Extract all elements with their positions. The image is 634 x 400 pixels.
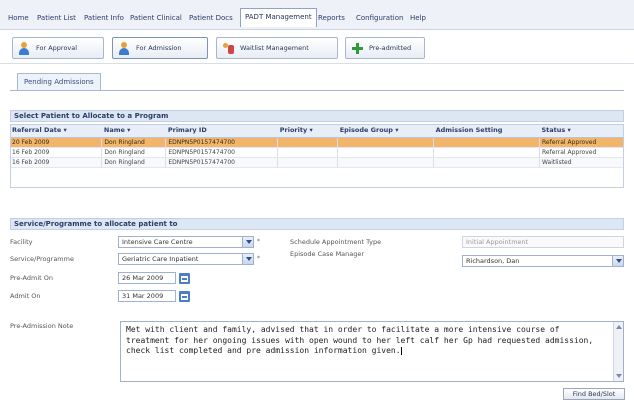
cell-primary-id: EDNPN5P0157474700 [165, 157, 279, 168]
tab-row: Pending Admissions [0, 64, 634, 100]
waitlist-management-button[interactable]: Waitlist Management [216, 37, 338, 59]
tab-divider [10, 90, 624, 91]
cell-referral-date: 16 Feb 2009 [10, 147, 103, 158]
cell-admission-setting [433, 137, 540, 148]
cell-status: Waitlisted [539, 157, 624, 168]
notes-scrollbar[interactable] [613, 322, 623, 381]
menu-patient-list[interactable]: Patient List [37, 14, 76, 22]
cell-priority [277, 157, 339, 168]
admit-label: Admit On [10, 292, 41, 300]
program-select[interactable]: Geriatric Care Inpatient [118, 253, 254, 265]
appointment-type-value: Initial Appointment [466, 238, 529, 246]
chevron-down-icon[interactable] [242, 237, 253, 247]
patient-table: Referral Date ▾ Name ▾ Primary ID Priori… [10, 124, 624, 168]
case-manager-select[interactable]: Richardson, Dan [462, 255, 624, 267]
pre-admitted-button[interactable]: Pre-admitted [345, 37, 425, 59]
cell-name: Don Ringland [101, 137, 167, 148]
find-bed-slot-button[interactable]: Find Bed/Slot [563, 388, 625, 400]
col-admission-setting[interactable]: Admission Setting [433, 124, 540, 138]
appointment-type-label: Schedule Appointment Type [290, 238, 382, 246]
chevron-down-icon[interactable] [242, 254, 253, 264]
chevron-down-icon[interactable] [612, 256, 623, 266]
menu-help[interactable]: Help [410, 14, 426, 22]
cell-primary-id: EDNPN5P0157474700 [165, 137, 279, 148]
admit-date-field[interactable]: 31 Mar 2009 [118, 290, 176, 302]
case-manager-value: Richardson, Dan [466, 257, 520, 265]
menu-patient-info[interactable]: Patient Info [84, 14, 124, 22]
cell-primary-id: EDNPN5P0157474700 [165, 147, 279, 158]
preadmit-label: Pre-Admit On [10, 274, 53, 282]
for-approval-button[interactable]: For Approval [12, 37, 104, 59]
cell-priority [277, 137, 339, 148]
col-priority[interactable]: Priority ▾ [277, 124, 338, 138]
person-icon [118, 41, 131, 55]
cell-status: Referral Approved [539, 137, 624, 148]
cell-name: Don Ringland [101, 147, 167, 158]
facility-select[interactable]: Intensive Care Centre [118, 236, 254, 248]
tab-pending-admissions[interactable]: Pending Admissions [17, 73, 101, 91]
preadmit-date-field[interactable]: 26 Mar 2009 [118, 272, 176, 284]
for-admission-button[interactable]: For Admission [112, 37, 208, 59]
cell-episode-group [337, 137, 435, 148]
col-name[interactable]: Name ▾ [101, 124, 166, 138]
cell-referral-date: 20 Feb 2009 [10, 137, 103, 148]
menu-reports[interactable]: Reports [318, 14, 345, 22]
plus-icon [351, 42, 364, 55]
notes-text: Met with client and family, advised that… [126, 325, 594, 355]
appointment-type-select[interactable]: Initial Appointment [462, 236, 624, 248]
table-row[interactable]: 20 Feb 2009 Don Ringland EDNPN5P01574747… [10, 137, 624, 148]
cell-episode-group [337, 147, 435, 158]
calendar-icon[interactable] [179, 291, 190, 302]
main-menubar: Home Patient List Patient Info Patient C… [0, 0, 634, 30]
patient-section-title: Select Patient to Allocate to a Program [10, 110, 624, 122]
for-admission-label: For Admission [136, 44, 182, 52]
person-icon [18, 41, 31, 55]
col-referral-date[interactable]: Referral Date ▾ [10, 124, 102, 138]
facility-value: Intensive Care Centre [122, 238, 193, 246]
cell-status: Referral Approved [539, 147, 624, 158]
for-approval-label: For Approval [36, 44, 78, 52]
menu-padt-management[interactable]: PADT Management [240, 8, 317, 27]
menu-patient-docs[interactable]: Patient Docs [189, 14, 233, 22]
service-section-title: Service/Programme to allocate patient to [10, 218, 624, 230]
case-manager-label: Episode Case Manager [290, 250, 365, 258]
text-caret [400, 346, 402, 355]
required-marker: * [257, 238, 260, 245]
cell-episode-group [337, 157, 435, 168]
waitlist-label: Waitlist Management [240, 44, 309, 52]
menu-patient-clinical[interactable]: Patient Clinical [130, 14, 182, 22]
required-marker: * [257, 255, 260, 262]
cell-priority [277, 147, 339, 158]
col-episode-group[interactable]: Episode Group ▾ [337, 124, 434, 138]
cell-referral-date: 16 Feb 2009 [10, 157, 103, 168]
pre-admission-note-textarea[interactable]: Met with client and family, advised that… [120, 321, 624, 382]
padt-toolbar: For Approval For Admission Waitlist Mana… [0, 30, 634, 64]
cell-name: Don Ringland [101, 157, 167, 168]
col-status[interactable]: Status ▾ [539, 124, 624, 138]
calendar-icon[interactable] [179, 273, 190, 284]
program-value: Geriatric Care Inpatient [122, 255, 199, 263]
col-primary-id[interactable]: Primary ID [165, 124, 278, 138]
pre-admitted-label: Pre-admitted [369, 44, 412, 52]
notes-label: Pre-Admission Note [10, 322, 74, 330]
facility-label: Facility [10, 238, 33, 246]
menu-configuration[interactable]: Configuration [356, 14, 403, 22]
table-row[interactable]: 16 Feb 2009 Don Ringland EDNPN5P01574747… [10, 147, 624, 158]
cell-admission-setting [433, 157, 540, 168]
menu-home[interactable]: Home [8, 14, 29, 22]
waitlist-icon [222, 42, 235, 55]
cell-admission-setting [433, 147, 540, 158]
program-label: Service/Programme [10, 255, 74, 263]
table-row[interactable]: 16 Feb 2009 Don Ringland EDNPN5P01574747… [10, 157, 624, 168]
table-header-row: Referral Date ▾ Name ▾ Primary ID Priori… [10, 124, 624, 138]
